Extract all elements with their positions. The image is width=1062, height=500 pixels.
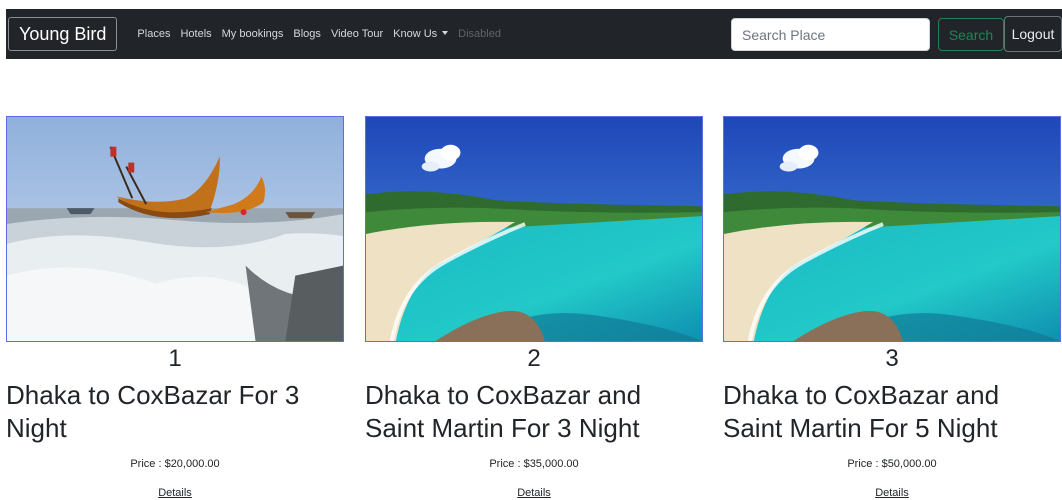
package-number: 3 xyxy=(885,345,899,372)
nav-link-hotels[interactable]: Hotels xyxy=(180,28,211,40)
logout-button[interactable]: Logout xyxy=(1004,16,1062,52)
nav-dropdown-know-us[interactable]: Know Us xyxy=(393,28,449,40)
package-image-beach xyxy=(723,116,1061,342)
navbar: Young Bird Places Hotels My bookings Blo… xyxy=(6,9,1062,59)
caret-down-icon xyxy=(442,31,449,35)
search-input[interactable] xyxy=(731,18,930,51)
brand-logo[interactable]: Young Bird xyxy=(8,17,118,51)
nav-link-my-bookings[interactable]: My bookings xyxy=(222,28,284,40)
package-title: Dhaka to CoxBazar For 3 Night xyxy=(6,380,300,443)
nav-links: Places Hotels My bookings Blogs Video To… xyxy=(137,28,511,40)
package-number: 1 xyxy=(168,345,182,372)
package-image-boats xyxy=(6,116,344,342)
package-price: Price : $50,000.00 xyxy=(847,458,937,470)
nav-link-blogs[interactable]: Blogs xyxy=(293,28,321,40)
search-button[interactable]: Search xyxy=(938,18,1004,51)
package-price: Price : $35,000.00 xyxy=(489,458,579,470)
details-link[interactable]: Details xyxy=(365,487,703,499)
details-link[interactable]: Details xyxy=(723,487,1061,499)
package-title: Dhaka to CoxBazar and Saint Martin For 5… xyxy=(723,380,1000,443)
nav-link-disabled: Disabled xyxy=(458,28,501,40)
package-title: Dhaka to CoxBazar and Saint Martin For 3… xyxy=(365,380,642,443)
package-card: 1 Dhaka to CoxBazar For 3 Night Price : … xyxy=(6,116,344,499)
package-number: 2 xyxy=(527,345,541,372)
package-card: 2 Dhaka to CoxBazar and Saint Martin For… xyxy=(365,116,703,499)
package-price: Price : $20,000.00 xyxy=(130,458,220,470)
package-image-beach xyxy=(365,116,703,342)
nav-link-video-tour[interactable]: Video Tour xyxy=(331,28,383,40)
nav-link-places[interactable]: Places xyxy=(137,28,170,40)
package-card: 3 Dhaka to CoxBazar and Saint Martin For… xyxy=(723,116,1061,499)
details-link[interactable]: Details xyxy=(6,487,344,499)
nav-dropdown-label: Know Us xyxy=(393,28,438,40)
